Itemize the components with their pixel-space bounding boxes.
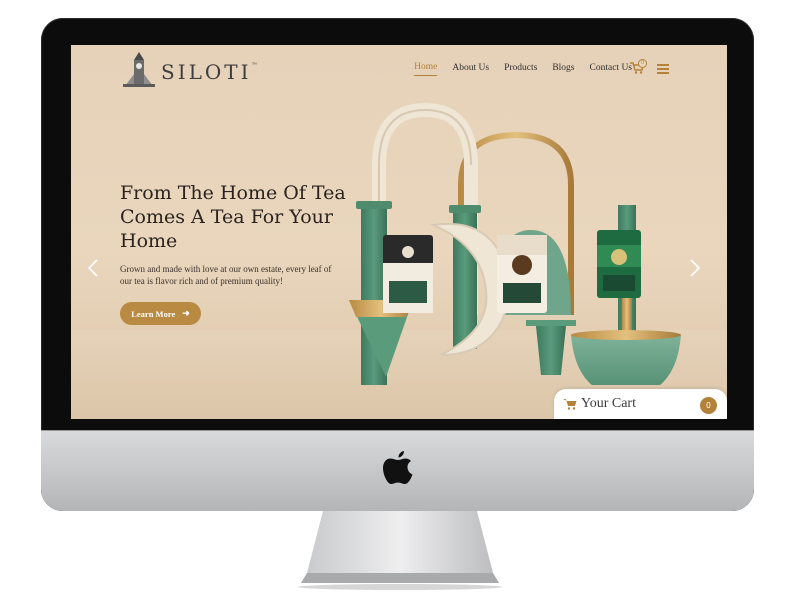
hero-title: From The Home Of Tea Comes A Tea For You… (120, 182, 346, 252)
clock-tower-logo-icon (123, 52, 155, 87)
imac-stand (298, 511, 502, 590)
tea-pack-2 (497, 235, 547, 313)
hamburger-icon[interactable] (657, 64, 669, 74)
your-cart-label: Your Cart (581, 396, 636, 411)
siloti-logo[interactable]: SILOTI™ (119, 50, 258, 90)
nav-home[interactable]: Home (414, 62, 438, 76)
main-nav: Home About Us Products Blogs Contact Us (399, 62, 632, 76)
monitor-chin (41, 430, 754, 511)
nav-about-us[interactable]: About Us (452, 63, 489, 76)
tea-pack-3 (597, 230, 641, 298)
apple-logo-icon (383, 451, 413, 484)
brand-name: SILOTI™ (161, 60, 258, 84)
your-cart-widget[interactable]: Your Cart 0 (554, 389, 727, 419)
cart-widget-count-badge: 0 (700, 397, 717, 414)
hero-subtitle: Grown and made with love at our own esta… (120, 264, 332, 286)
nav-contact-us[interactable]: Contact Us (590, 63, 632, 76)
nav-products[interactable]: Products (504, 63, 537, 76)
chevron-left-icon[interactable] (87, 258, 99, 278)
learn-more-label: Learn More (131, 308, 176, 319)
nav-blogs[interactable]: Blogs (552, 63, 574, 76)
learn-more-button[interactable]: Learn More ➜ (120, 302, 201, 325)
hero-product-scene (349, 102, 681, 385)
cart-icon (563, 399, 577, 410)
nav-cart-count-badge: 0 (638, 59, 647, 68)
tea-pack-1 (383, 235, 433, 313)
website-screen: SILOTI™ Home About Us Products Blogs Con… (71, 45, 727, 419)
arrow-right-icon: ➜ (182, 308, 190, 318)
